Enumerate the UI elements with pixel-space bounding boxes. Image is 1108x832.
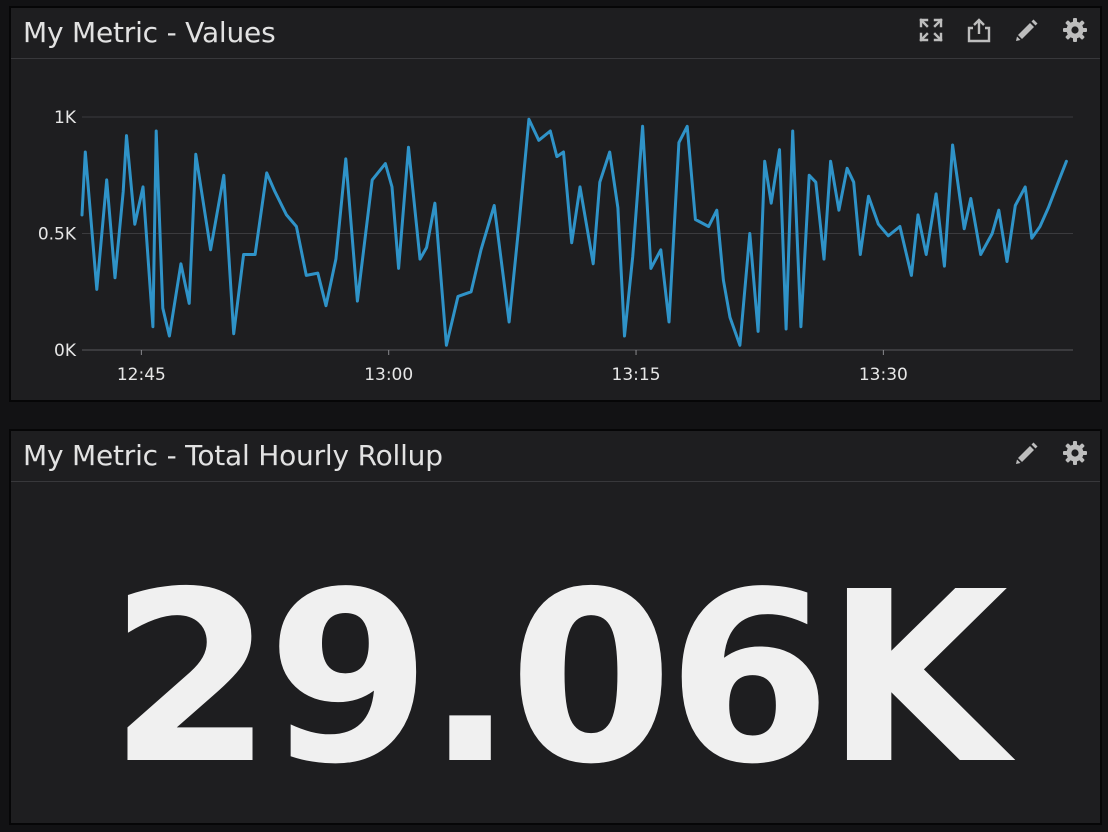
y-tick-label: 0.5K (38, 225, 77, 245)
rollup-panel-title: My Metric - Total Hourly Rollup (23, 439, 443, 472)
gear-icon[interactable] (1062, 440, 1088, 466)
rollup-panel-toolbar (1014, 440, 1088, 466)
values-panel: My Metric - Values 0K 0.5K 1K 12:45 13:0… (9, 6, 1102, 402)
values-line-chart: 0K 0.5K 1K 12:45 13:00 13:15 13:30 (38, 108, 1073, 385)
rollup-panel-header: My Metric - Total Hourly Rollup (11, 431, 1100, 482)
rollup-value: 29.06K (108, 541, 1008, 816)
rollup-panel: My Metric - Total Hourly Rollup 29.06K (9, 429, 1102, 825)
x-tick-label: 13:00 (364, 365, 413, 385)
pencil-icon[interactable] (1014, 440, 1040, 466)
series-line (80, 117, 1068, 347)
y-tick-label: 1K (54, 108, 77, 128)
x-tick-label: 13:15 (612, 365, 661, 385)
x-tick-label: 12:45 (117, 365, 166, 385)
y-tick-label: 0K (54, 341, 77, 361)
x-tick-label: 13:30 (859, 365, 908, 385)
